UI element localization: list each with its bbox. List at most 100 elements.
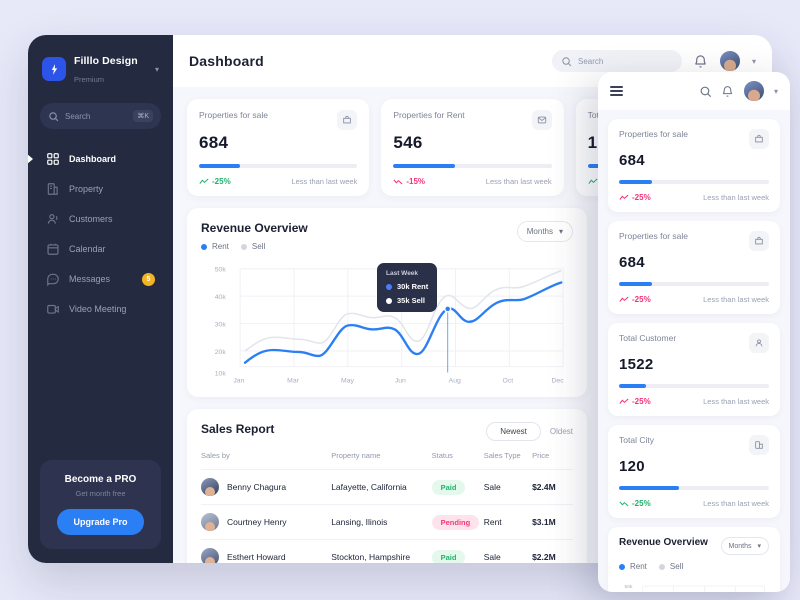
building-icon [47, 183, 58, 195]
sidebar-label-customers: Customers [69, 214, 113, 224]
legend-label: Rent [630, 562, 647, 571]
city-icon [749, 435, 769, 455]
search-icon[interactable] [699, 85, 712, 98]
sales-report-panel: Sales Report Newest Oldest Sales by Prop… [187, 409, 587, 563]
bag-icon [749, 129, 769, 149]
header-search-input[interactable]: Search [551, 50, 682, 72]
legend-dot [619, 563, 625, 570]
trend-up-icon [619, 296, 629, 302]
sidebar-item-property[interactable]: Property [40, 175, 161, 203]
status-badge: Pending [431, 514, 480, 530]
stat-card-properties-for-sale: Properties for sale 684 -25% Less than l… [187, 99, 370, 196]
stat-footer: -15% Less than last week [393, 177, 552, 186]
mail-icon [531, 110, 552, 130]
stat-footer: -25% Less than last week [619, 397, 769, 406]
stat-note: Less than last week [703, 295, 769, 304]
panel-title: Revenue Overview [201, 221, 308, 235]
cell-status: Pending [431, 504, 484, 540]
stat-value: 546 [393, 133, 423, 152]
person-icon [749, 333, 769, 353]
search-shortcut-badge: ⌘K [133, 110, 153, 122]
trend-value: -25% [632, 193, 651, 202]
avatar[interactable] [718, 50, 741, 72]
stat-label: Properties for sale [619, 129, 688, 139]
legend-item-sell: Sell [240, 242, 266, 251]
stat-value: 684 [619, 152, 645, 169]
legend-dot [658, 563, 665, 570]
table-row[interactable]: Benny Chagura Lafayette, California Paid… [201, 469, 573, 505]
trend-up-icon [619, 398, 629, 404]
trend-indicator: -25% [199, 177, 231, 186]
progress-bar [619, 384, 769, 388]
chart-grid [642, 585, 765, 592]
overlay-range-select[interactable]: Months ▾ [720, 537, 769, 555]
user-cell: Esthert Howard [201, 548, 331, 563]
trend-indicator: -25% [619, 295, 651, 304]
avatar [201, 548, 219, 563]
top-bar-actions: Search ▾ [551, 50, 756, 72]
chevron-down-icon[interactable]: ▾ [752, 57, 756, 66]
legend-label: Sell [251, 242, 266, 251]
chevron-down-icon: ▾ [757, 543, 761, 550]
header-search-placeholder: Search [577, 56, 604, 66]
sidebar-item-messages[interactable]: Messages 5 [40, 265, 161, 293]
bell-icon[interactable] [693, 54, 708, 69]
overlay-chart-svg: 50k40k30k20k [624, 584, 765, 592]
cell-property: Stockton, Hampshire [331, 539, 432, 563]
stat-value: 684 [199, 133, 229, 152]
cell-status: Paid [431, 539, 484, 563]
revenue-overview-panel: Revenue Overview Rent Sell Months ▾ 50k … [187, 208, 587, 398]
search-icon [562, 56, 572, 66]
legend-item-sell: Sell [658, 562, 683, 571]
trend-up-icon [619, 194, 629, 200]
user-cell: Courtney Henry [201, 513, 331, 532]
user-name: Benny Chagura [227, 482, 287, 493]
progress-bar [199, 164, 358, 168]
hamburger-icon[interactable] [610, 86, 623, 96]
trend-indicator: -25% [619, 499, 651, 508]
promo-subtitle: Get month free [75, 489, 126, 498]
upgrade-pro-button[interactable]: Upgrade Pro [57, 509, 144, 535]
sort-newest-button[interactable]: Newest [486, 422, 541, 442]
range-select-value: Months [526, 227, 553, 236]
stat-label: Total City [619, 435, 654, 445]
overlay-card-total-customer: Total Customer 1522 -25% Less than last … [608, 323, 780, 416]
brand-switcher[interactable]: Filllo Design Premium ▾ [40, 49, 161, 87]
cell-sales-by: Benny Chagura [201, 469, 332, 505]
sales-report-head: Sales Report Newest Oldest [201, 422, 573, 442]
sidebar-label-video-meeting: Video Meeting [69, 304, 127, 314]
sidebar-label-dashboard: Dashboard [69, 154, 117, 164]
th-status: Status [431, 451, 453, 461]
sales-table: Sales by Property name Status Sales Type… [201, 451, 573, 563]
chevron-down-icon[interactable]: ▾ [774, 87, 778, 96]
stat-note: Less than last week [703, 499, 769, 508]
th-price: Price [532, 451, 550, 461]
user-name: Esthert Howard [227, 552, 286, 563]
sidebar: Filllo Design Premium ▾ Search ⌘K Dashbo… [28, 35, 173, 563]
y-axis-labels: 50k 40k 30k 20k 10k [215, 267, 227, 378]
cell-sales-by: Courtney Henry [201, 504, 332, 540]
avatar[interactable] [742, 80, 765, 102]
bell-icon[interactable] [721, 85, 734, 98]
sort-oldest-button[interactable]: Oldest [550, 427, 573, 436]
range-select-months[interactable]: Months ▾ [516, 221, 573, 242]
stat-note: Less than last week [485, 177, 552, 186]
overlay-card-total-city: Total City 120 -25% Less than last week [608, 425, 780, 518]
trend-value: -25% [632, 295, 651, 304]
overlay-card-properties-for-sale-1: Properties for sale 684 -25% Less than l… [608, 119, 780, 212]
stat-note: Less than last week [291, 177, 358, 186]
svg-text:May: May [341, 377, 355, 384]
overlay-topbar: ▾ [598, 72, 790, 110]
table-row[interactable]: Courtney Henry Lansing, Ilinois Pending … [201, 504, 573, 540]
sidebar-search-input[interactable]: Search ⌘K [40, 103, 161, 129]
svg-text:50k: 50k [215, 267, 227, 274]
sidebar-item-customers[interactable]: Customers [40, 205, 161, 233]
avatar [201, 478, 219, 497]
sidebar-item-video-meeting[interactable]: Video Meeting [40, 295, 161, 323]
sidebar-item-calendar[interactable]: Calendar [40, 235, 161, 263]
panel-title: Sales Report [201, 422, 275, 437]
sidebar-item-dashboard[interactable]: Dashboard [28, 145, 161, 173]
stat-head: Total Customer [619, 333, 769, 353]
table-row[interactable]: Esthert Howard Stockton, Hampshire Paid … [201, 539, 573, 563]
panel-head: Revenue Overview Months ▾ [619, 537, 769, 555]
